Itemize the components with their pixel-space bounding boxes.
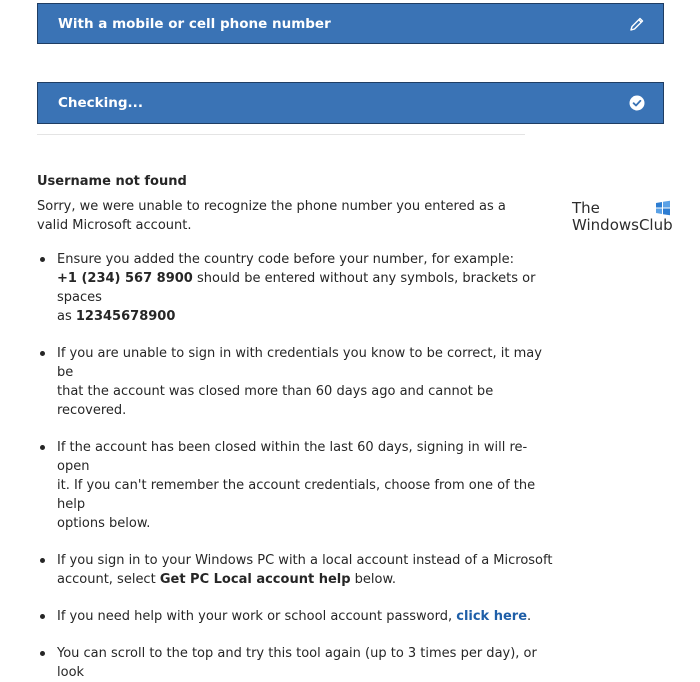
tip2-line2: that the account was closed more than 60… (57, 384, 494, 418)
tip6-line1: You can scroll to the top and try this t… (57, 646, 537, 680)
tip2-line1: If you are unable to sign in with creden… (57, 346, 542, 380)
checking-status-bar: Checking... (37, 82, 664, 124)
tip5-post: . (527, 609, 532, 624)
error-heading: Username not found (37, 174, 187, 189)
click-here-link[interactable]: click here (456, 609, 527, 624)
tip1-example-number: +1 (234) 567 8900 (57, 271, 193, 286)
message-block: Username not found Sorry, we were unable… (37, 172, 557, 235)
error-body: Sorry, we were unable to recognize the p… (37, 197, 557, 235)
tip1-line1: Ensure you added the country code before… (57, 252, 514, 267)
tip5-pre: If you need help with your work or schoo… (57, 609, 457, 624)
tip4-pre: account, select (57, 572, 160, 587)
tip-retry-tool: You can scroll to the top and try this t… (37, 644, 557, 682)
phone-option-bar[interactable]: With a mobile or cell phone number (37, 3, 664, 44)
tip-work-school: If you need help with your work or schoo… (37, 607, 557, 626)
tip-closed-account: If you are unable to sign in with creden… (37, 344, 557, 420)
check-circle-icon (627, 93, 647, 113)
divider (37, 134, 525, 135)
tip-local-account: If you sign in to your Windows PC with a… (37, 551, 557, 589)
tip-country-code: Ensure you added the country code before… (37, 250, 557, 326)
tip4-post: below. (350, 572, 397, 587)
logo-line2: WindowsClub (572, 216, 673, 234)
tip3-line3: options below. (57, 516, 151, 531)
tip4-help-option: Get PC Local account help (159, 572, 351, 587)
phone-option-label: With a mobile or cell phone number (58, 15, 331, 32)
tip1-digits: 12345678900 (75, 309, 176, 324)
tip1-as: as (57, 309, 76, 324)
error-body-line2: valid Microsoft account. (37, 218, 192, 233)
pencil-icon[interactable] (627, 14, 647, 34)
tip-reopen-account: If the account has been closed within th… (37, 438, 557, 533)
error-body-line1: Sorry, we were unable to recognize the p… (37, 199, 506, 214)
tip4-line1: If you sign in to your Windows PC with a… (57, 553, 553, 568)
windows-flag-icon (655, 200, 671, 216)
tip3-line1: If the account has been closed within th… (57, 440, 528, 474)
thewindowsclub-logo: The WindowsClub (572, 200, 682, 240)
tips-list: Ensure you added the country code before… (37, 250, 557, 682)
checking-status-label: Checking... (58, 95, 143, 111)
tip3-line2: it. If you can't remember the account cr… (57, 478, 536, 512)
